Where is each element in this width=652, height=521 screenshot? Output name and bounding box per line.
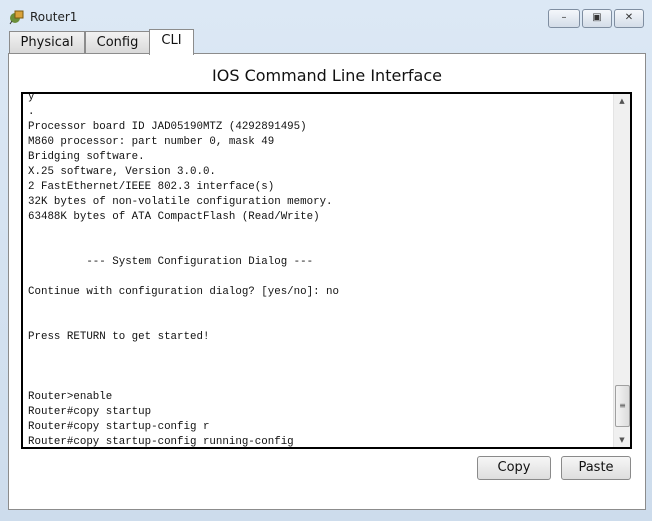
scrollbar-thumb[interactable]: ≡ xyxy=(615,385,630,427)
copy-button[interactable]: Copy xyxy=(477,456,551,480)
terminal-line: X.25 software, Version 3.0.0. xyxy=(28,166,216,178)
router1-window: Router1 – ▣ ✕ Physical Config CLI IOS Co… xyxy=(0,0,652,521)
router-app-icon xyxy=(9,10,24,25)
terminal-line: y xyxy=(28,92,35,103)
terminal-line: Router#copy startup-config r xyxy=(28,421,210,433)
terminal-line: 63488K bytes of ATA CompactFlash (Read/W… xyxy=(28,211,320,223)
close-button[interactable]: ✕ xyxy=(614,9,644,28)
terminal-line: Router#copy startup-config running-confi… xyxy=(28,436,294,448)
tab-config[interactable]: Config xyxy=(85,31,150,54)
window-title: Router1 xyxy=(30,10,78,24)
minimize-button[interactable]: – xyxy=(548,9,580,28)
tab-cli[interactable]: CLI xyxy=(149,29,194,55)
terminal-line: M860 processor: part number 0, mask 49 xyxy=(28,136,275,148)
terminal-line: Router#copy startup xyxy=(28,406,152,418)
cli-panel: IOS Command Line Interface y. Processor b… xyxy=(8,53,646,510)
terminal-line: Continue with configuration dialog? [yes… xyxy=(28,286,340,298)
scroll-down-icon[interactable]: ▼ xyxy=(614,436,630,444)
paste-button[interactable]: Paste xyxy=(561,456,631,480)
scroll-up-icon[interactable]: ▲ xyxy=(614,97,630,105)
terminal-line: Router>enable xyxy=(28,391,113,403)
terminal-line: 2 FastEthernet/IEEE 802.3 interface(s) xyxy=(28,181,275,193)
maximize-button[interactable]: ▣ xyxy=(582,9,612,28)
tab-physical[interactable]: Physical xyxy=(9,31,85,54)
terminal-line: . xyxy=(28,106,35,118)
terminal-line: Processor board ID JAD05190MTZ (42928914… xyxy=(28,121,307,133)
vertical-scrollbar[interactable]: ▲ ≡ ▼ xyxy=(613,94,630,447)
terminal-output: y. Processor board ID JAD05190MTZ (429289… xyxy=(28,92,340,448)
terminal-line: 32K bytes of non-volatile configuration … xyxy=(28,196,333,208)
terminal-line: --- System Configuration Dialog --- xyxy=(28,256,314,268)
cli-terminal[interactable]: y. Processor board ID JAD05190MTZ (429289… xyxy=(21,92,632,449)
terminal-line: Bridging software. xyxy=(28,151,145,163)
page-title: IOS Command Line Interface xyxy=(212,66,442,85)
terminal-line: Press RETURN to get started! xyxy=(28,331,210,343)
